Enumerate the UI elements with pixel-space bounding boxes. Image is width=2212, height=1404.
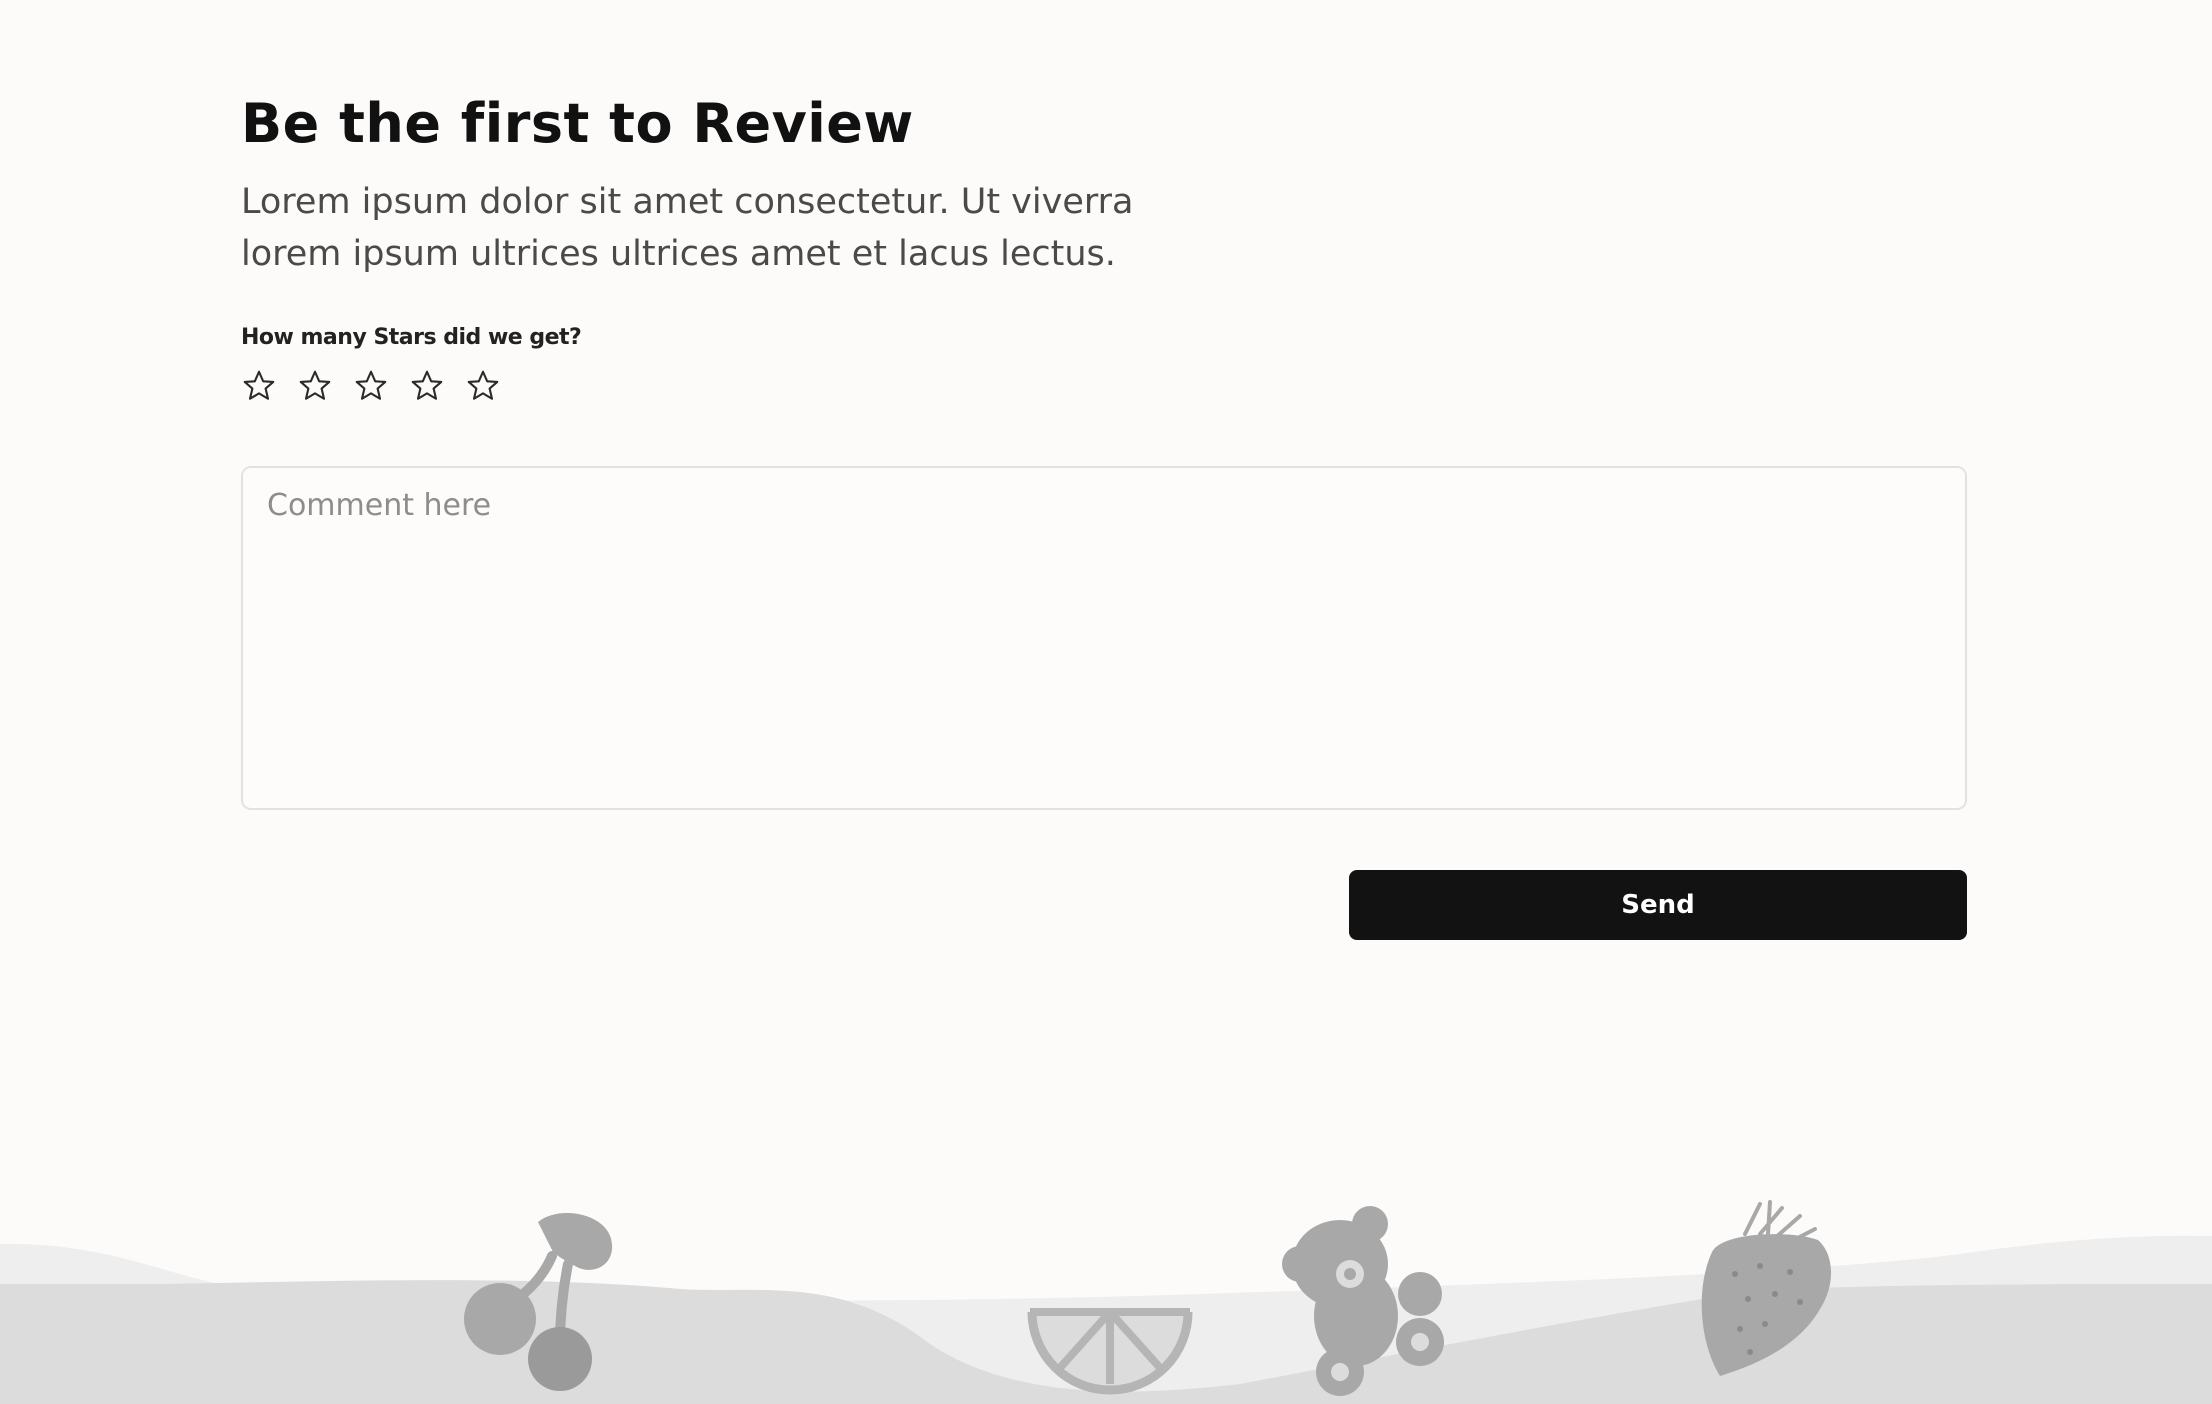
page-title: Be the first to Review — [241, 92, 914, 155]
page-description: Lorem ipsum dolor sit amet consectetur. … — [241, 182, 1134, 274]
rating-question: How many Stars did we get? — [241, 325, 582, 350]
star-outline-icon — [411, 370, 443, 400]
comment-textarea[interactable] — [241, 466, 1967, 810]
star-button-2[interactable] — [297, 368, 333, 404]
star-outline-icon — [467, 370, 499, 400]
send-button[interactable]: Send — [1349, 870, 1967, 940]
star-outline-icon — [299, 370, 331, 400]
footer-decoration — [0, 1200, 2212, 1404]
star-button-3[interactable] — [353, 368, 389, 404]
send-row: Send — [241, 870, 1967, 940]
star-outline-icon — [355, 370, 387, 400]
review-section: Be the first to Review Lorem ipsum dolor… — [241, 84, 1967, 940]
star-button-1[interactable] — [241, 368, 277, 404]
star-outline-icon — [243, 370, 275, 400]
star-rating — [241, 364, 1967, 408]
star-button-5[interactable] — [465, 368, 501, 404]
star-button-4[interactable] — [409, 368, 445, 404]
